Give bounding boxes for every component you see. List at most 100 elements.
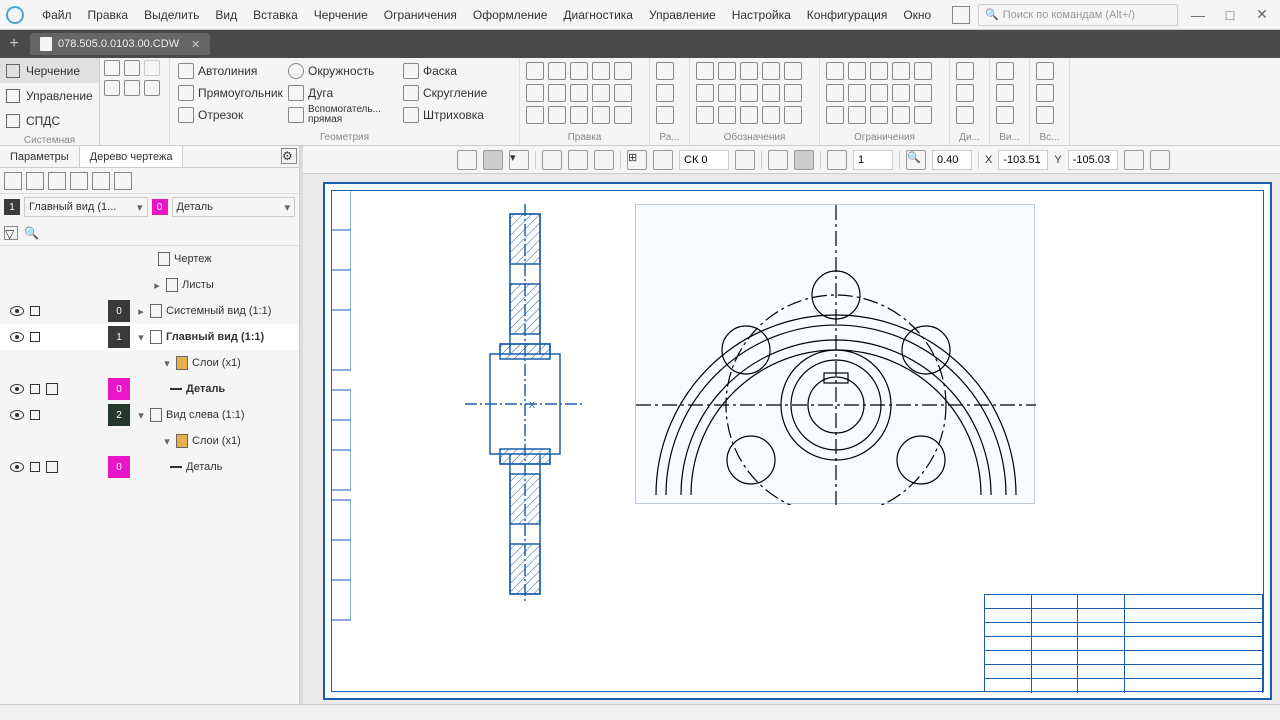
diag-tool-icon[interactable]	[956, 106, 974, 124]
document-tab[interactable]: 078.505.0.0103.00.CDW ✕	[30, 33, 210, 55]
command-search-input[interactable]: 🔍 Поиск по командам (Alt+/)	[978, 4, 1178, 26]
sidebar-settings-icon[interactable]: ⚙	[281, 148, 297, 164]
edit-tool-icon[interactable]	[570, 106, 588, 124]
tab-close-button[interactable]: ✕	[191, 38, 200, 51]
edit-tool-icon[interactable]	[526, 106, 544, 124]
visibility-icon[interactable]	[10, 306, 24, 316]
menu-select[interactable]: Выделить	[136, 4, 207, 26]
cs-select[interactable]	[679, 150, 729, 170]
ortho-icon[interactable]	[768, 150, 788, 170]
constr-tool-icon[interactable]	[870, 84, 888, 102]
edit-tool-icon[interactable]	[614, 106, 632, 124]
drawing-canvas[interactable]: X	[303, 174, 1280, 720]
zoom-icon[interactable]: 🔍	[906, 150, 926, 170]
menu-config[interactable]: Конфигурация	[799, 4, 896, 26]
print-icon[interactable]	[104, 80, 120, 96]
tree-tool-icon[interactable]	[26, 172, 44, 190]
ortho2-icon[interactable]	[794, 150, 814, 170]
fillet-button[interactable]: Скругление	[399, 82, 491, 104]
dim-tool-icon[interactable]	[656, 106, 674, 124]
ribbon-tab-spds[interactable]: СПДС	[0, 108, 99, 133]
dim-tool-icon[interactable]	[656, 84, 674, 102]
constr-tool-icon[interactable]	[914, 106, 932, 124]
circle-button[interactable]: Окружность	[284, 60, 399, 82]
tree-node-mainview[interactable]: 1 ▾Главный вид (1:1)	[0, 324, 299, 350]
preview-icon[interactable]	[124, 80, 140, 96]
view-tool-icon[interactable]	[996, 84, 1014, 102]
select-mode-icon[interactable]	[457, 150, 477, 170]
snap-toggle-icon[interactable]	[568, 150, 588, 170]
menu-edit[interactable]: Правка	[80, 4, 137, 26]
constr-tool-icon[interactable]	[892, 84, 910, 102]
view-tool-icon[interactable]	[996, 106, 1014, 124]
annot-tool-icon[interactable]	[740, 62, 758, 80]
view-select[interactable]: Главный вид (1...	[24, 197, 148, 217]
annot-tool-icon[interactable]	[784, 106, 802, 124]
tree-tool-icon[interactable]	[92, 172, 110, 190]
add-tab-button[interactable]: +	[4, 34, 24, 54]
chamfer-button[interactable]: Фаска	[399, 60, 461, 82]
lock-icon[interactable]	[30, 410, 40, 420]
annot-tool-icon[interactable]	[718, 106, 736, 124]
constr-tool-icon[interactable]	[848, 84, 866, 102]
measure-icon[interactable]	[1124, 150, 1144, 170]
tree-tool-icon[interactable]	[48, 172, 66, 190]
grid-icon[interactable]: ⊞	[627, 150, 647, 170]
annot-tool-icon[interactable]	[718, 84, 736, 102]
visibility-icon[interactable]	[10, 462, 24, 472]
menu-constraints[interactable]: Ограничения	[376, 4, 465, 26]
menu-file[interactable]: Файл	[34, 4, 80, 26]
annot-tool-icon[interactable]	[762, 106, 780, 124]
autoline-button[interactable]: Автолиния	[174, 60, 284, 82]
diag-tool-icon[interactable]	[956, 84, 974, 102]
edit-tool-icon[interactable]	[570, 62, 588, 80]
edit-tool-icon[interactable]	[526, 62, 544, 80]
annot-tool-icon[interactable]	[784, 62, 802, 80]
segment-button[interactable]: Отрезок	[174, 104, 284, 126]
layer-select[interactable]: Деталь	[172, 197, 296, 217]
save-all-icon[interactable]	[952, 6, 970, 24]
open-file-icon[interactable]	[124, 60, 140, 76]
tree-node-layers[interactable]: ▾Слои (x1)	[0, 350, 299, 376]
expand-icon[interactable]: ▸	[136, 305, 146, 318]
view-tool-icon[interactable]	[996, 62, 1014, 80]
insert-tool-icon[interactable]	[1036, 62, 1054, 80]
props-icon[interactable]	[144, 80, 160, 96]
constr-tool-icon[interactable]	[892, 62, 910, 80]
constr-tool-icon[interactable]	[914, 62, 932, 80]
constr-tool-icon[interactable]	[892, 106, 910, 124]
scale-input[interactable]	[853, 150, 893, 170]
new-file-icon[interactable]	[104, 60, 120, 76]
tree-node-sheets[interactable]: ▸Листы	[0, 272, 299, 298]
maximize-button[interactable]: □	[1218, 3, 1242, 27]
annot-tool-icon[interactable]	[762, 84, 780, 102]
menu-manage[interactable]: Управление	[641, 4, 724, 26]
constr-tool-icon[interactable]	[826, 84, 844, 102]
edit-tool-icon[interactable]	[548, 62, 566, 80]
auxline-button[interactable]: Вспомогатель... прямая	[284, 104, 399, 126]
tree-node-detail[interactable]: 0 Деталь	[0, 376, 299, 402]
zoom-input[interactable]	[932, 150, 972, 170]
y-coord-input[interactable]	[1068, 150, 1118, 170]
tree-tool-icon[interactable]	[4, 172, 22, 190]
expand-icon[interactable]: ▾	[136, 409, 146, 422]
menu-diag[interactable]: Диагностика	[555, 4, 641, 26]
edit-tool-icon[interactable]	[592, 62, 610, 80]
x-coord-input[interactable]	[998, 150, 1048, 170]
ribbon-tab-manage[interactable]: Управление	[0, 83, 99, 108]
minimize-button[interactable]: —	[1186, 3, 1210, 27]
cs-icon[interactable]	[653, 150, 673, 170]
edit-tool-icon[interactable]	[526, 84, 544, 102]
constr-tool-icon[interactable]	[914, 84, 932, 102]
arc-button[interactable]: Дуга	[284, 82, 399, 104]
expand-icon[interactable]: ▸	[152, 279, 162, 292]
edit-tool-icon[interactable]	[548, 84, 566, 102]
expand-icon[interactable]: ▾	[162, 357, 172, 370]
visibility-icon[interactable]	[10, 384, 24, 394]
annot-tool-icon[interactable]	[784, 84, 802, 102]
save-icon[interactable]	[144, 60, 160, 76]
lock-icon[interactable]	[30, 384, 40, 394]
menu-insert[interactable]: Вставка	[245, 4, 306, 26]
diag-tool-icon[interactable]	[956, 62, 974, 80]
menu-draw[interactable]: Черчение	[306, 4, 376, 26]
